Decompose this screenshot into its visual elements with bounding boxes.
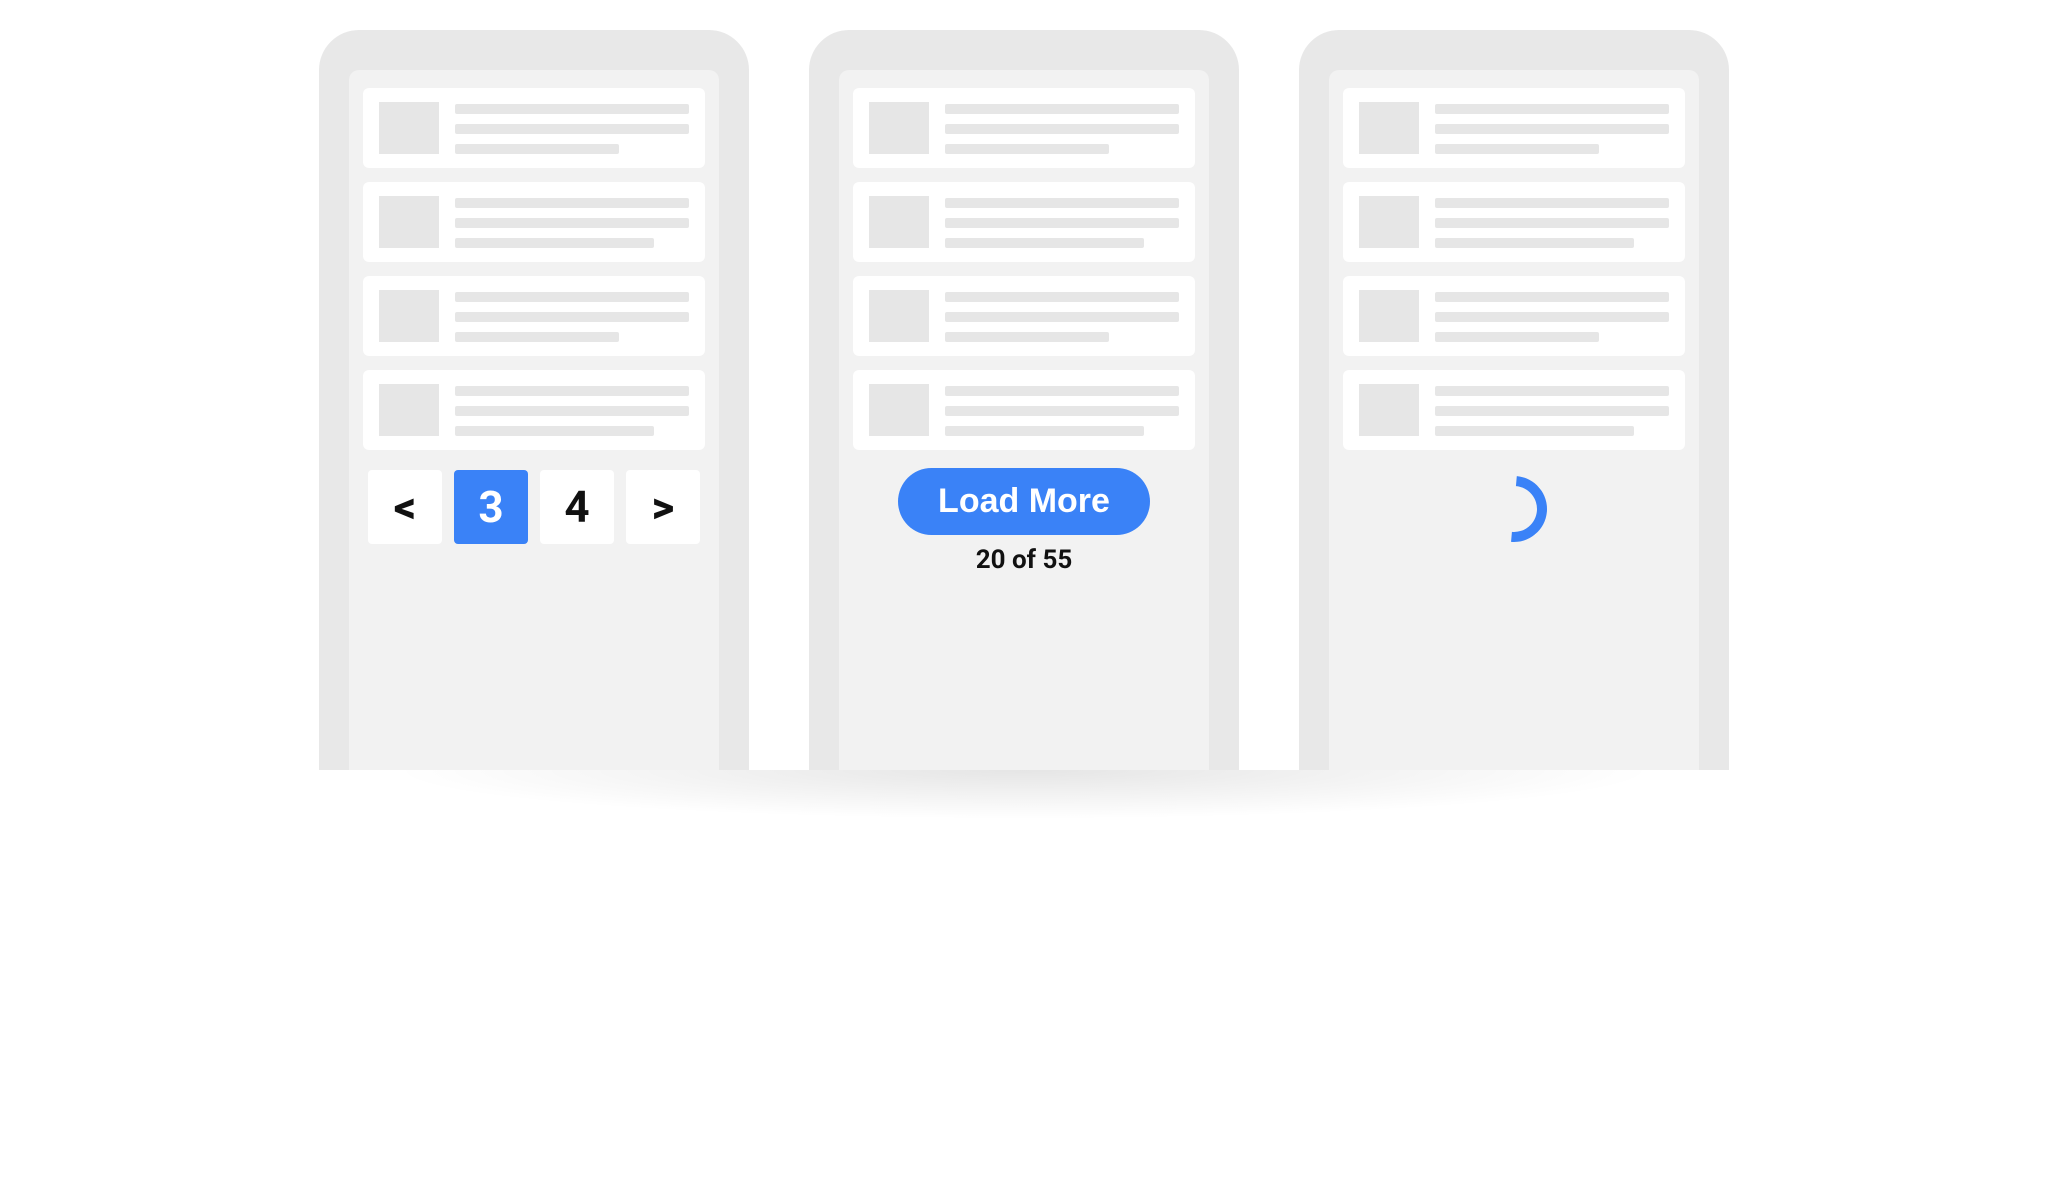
thumbnail-placeholder — [869, 196, 929, 248]
list-item — [853, 370, 1195, 450]
list-item — [853, 182, 1195, 262]
text-placeholder — [1435, 290, 1669, 342]
list-item — [1343, 276, 1685, 356]
text-placeholder — [455, 196, 689, 248]
text-placeholder — [455, 290, 689, 342]
text-placeholder — [1435, 384, 1669, 436]
text-placeholder — [1435, 196, 1669, 248]
spinner-icon — [1468, 463, 1561, 556]
text-placeholder — [945, 102, 1179, 154]
text-placeholder — [945, 384, 1179, 436]
thumbnail-placeholder — [869, 384, 929, 436]
ground-shadow — [0, 770, 2048, 880]
thumbnail-placeholder — [379, 290, 439, 342]
list-item — [363, 182, 705, 262]
load-more-button[interactable]: Load More — [898, 468, 1150, 535]
loading-indicator — [1343, 476, 1685, 542]
thumbnail-placeholder — [379, 384, 439, 436]
screen — [1329, 70, 1699, 770]
load-more-section: Load More 20 of 55 — [853, 468, 1195, 575]
text-placeholder — [945, 196, 1179, 248]
list-item — [363, 370, 705, 450]
pagination-next-button[interactable]: > — [626, 470, 700, 544]
list-item — [1343, 182, 1685, 262]
text-placeholder — [945, 290, 1179, 342]
pagination-prev-button[interactable]: < — [368, 470, 442, 544]
list-item — [363, 88, 705, 168]
load-more-count: 20 of 55 — [976, 545, 1073, 575]
thumbnail-placeholder — [1359, 384, 1419, 436]
thumbnail-placeholder — [379, 196, 439, 248]
device-infinite-scroll — [1299, 30, 1729, 770]
screen: < 3 4 > — [349, 70, 719, 770]
thumbnail-placeholder — [1359, 102, 1419, 154]
device-load-more: Load More 20 of 55 — [809, 30, 1239, 770]
text-placeholder — [455, 384, 689, 436]
list-item — [853, 88, 1195, 168]
pagination-page-3[interactable]: 3 — [454, 470, 528, 544]
list-item — [853, 276, 1195, 356]
thumbnail-placeholder — [869, 290, 929, 342]
diagram-stage: < 3 4 > — [0, 0, 2048, 770]
pagination-page-4[interactable]: 4 — [540, 470, 614, 544]
thumbnail-placeholder — [1359, 196, 1419, 248]
device-pagination: < 3 4 > — [319, 30, 749, 770]
list-item — [363, 276, 705, 356]
thumbnail-placeholder — [869, 102, 929, 154]
list-item — [1343, 370, 1685, 450]
thumbnail-placeholder — [379, 102, 439, 154]
screen: Load More 20 of 55 — [839, 70, 1209, 770]
thumbnail-placeholder — [1359, 290, 1419, 342]
pagination-bar: < 3 4 > — [363, 470, 705, 544]
text-placeholder — [455, 102, 689, 154]
text-placeholder — [1435, 102, 1669, 154]
list-item — [1343, 88, 1685, 168]
